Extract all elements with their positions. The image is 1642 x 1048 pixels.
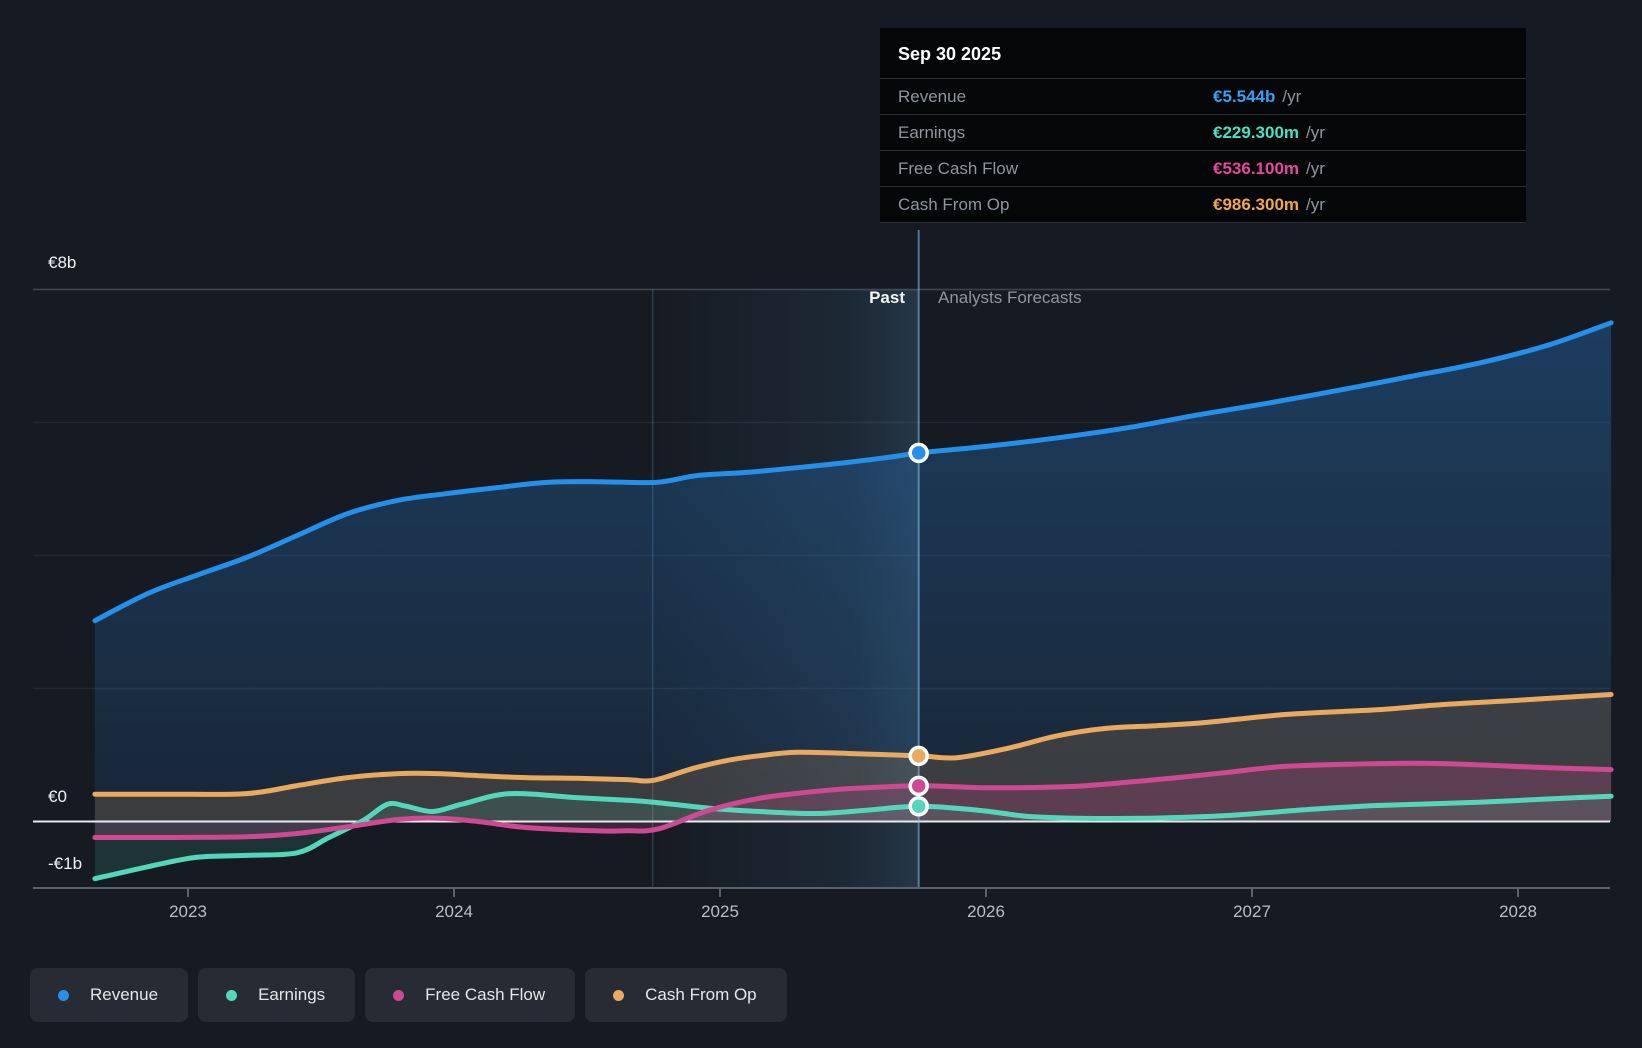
financial-growth-chart: €8b €0 -€1b 2023 2024 2025 2026 2027 202…	[0, 0, 1642, 1048]
tooltip-suffix: /yr	[1306, 195, 1325, 215]
x-tick-2027: 2027	[1212, 902, 1292, 922]
past-region-label: Past	[785, 288, 905, 308]
free-cash-flow-dot-icon	[393, 990, 404, 1001]
legend-item-cash-from-op[interactable]: Cash From Op	[585, 968, 786, 1022]
x-tick-2028: 2028	[1478, 902, 1558, 922]
x-tick-2024: 2024	[414, 902, 494, 922]
legend-label: Revenue	[90, 985, 158, 1005]
chart-tooltip: Sep 30 2025 Revenue €5.544b /yr Earnings…	[880, 28, 1526, 223]
legend-item-free-cash-flow[interactable]: Free Cash Flow	[365, 968, 575, 1022]
tooltip-label: Cash From Op	[880, 195, 1213, 215]
tooltip-label: Earnings	[880, 123, 1213, 143]
y-axis-label-8b: €8b	[48, 253, 76, 273]
chart-legend: Revenue Earnings Free Cash Flow Cash Fro…	[30, 968, 787, 1022]
tooltip-label: Revenue	[880, 87, 1213, 107]
x-tick-2026: 2026	[946, 902, 1026, 922]
tooltip-value: €5.544b	[1213, 87, 1275, 107]
revenue-dot-icon	[58, 990, 69, 1001]
x-tick-2023: 2023	[148, 902, 228, 922]
tooltip-suffix: /yr	[1282, 87, 1301, 107]
tooltip-row-free-cash-flow: Free Cash Flow €536.100m /yr	[880, 150, 1526, 186]
legend-label: Earnings	[258, 985, 325, 1005]
tooltip-value: €986.300m	[1213, 195, 1299, 215]
x-tick-2025: 2025	[680, 902, 760, 922]
earnings-dot-icon	[226, 990, 237, 1001]
tooltip-suffix: /yr	[1306, 159, 1325, 179]
tooltip-suffix: /yr	[1306, 123, 1325, 143]
tooltip-row-revenue: Revenue €5.544b /yr	[880, 78, 1526, 114]
cash-from-op-dot-icon	[613, 990, 624, 1001]
legend-label: Free Cash Flow	[425, 985, 545, 1005]
tooltip-label: Free Cash Flow	[880, 159, 1213, 179]
tooltip-value: €229.300m	[1213, 123, 1299, 143]
tooltip-row-earnings: Earnings €229.300m /yr	[880, 114, 1526, 150]
y-axis-label-0: €0	[48, 787, 67, 807]
legend-item-revenue[interactable]: Revenue	[30, 968, 188, 1022]
tooltip-date: Sep 30 2025	[880, 28, 1526, 78]
forecast-region-label: Analysts Forecasts	[938, 288, 1082, 308]
legend-label: Cash From Op	[645, 985, 756, 1005]
tooltip-row-cash-from-op: Cash From Op €986.300m /yr	[880, 186, 1526, 222]
legend-item-earnings[interactable]: Earnings	[198, 968, 355, 1022]
tooltip-value: €536.100m	[1213, 159, 1299, 179]
y-axis-label-neg1b: -€1b	[48, 854, 82, 874]
